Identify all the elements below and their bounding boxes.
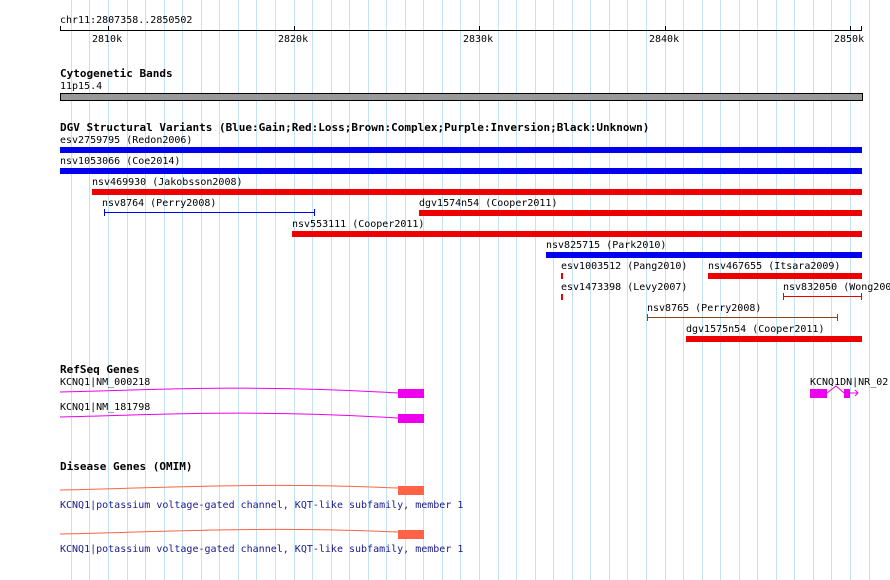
variant-bar[interactable] — [60, 168, 862, 174]
ruler-tick — [850, 26, 851, 31]
ruler-end-tick — [861, 26, 862, 31]
ruler-tick — [108, 26, 109, 31]
ruler-tick-label: 2830k — [463, 34, 494, 45]
variant-label: esv2759795 (Redon2006) — [60, 135, 193, 146]
intron-line — [59, 528, 399, 535]
variant-span-line[interactable] — [783, 296, 862, 297]
variant-label: esv1003512 (Pang2010) — [561, 261, 688, 272]
variant-label: esv1473398 (Levy2007) — [561, 282, 688, 293]
variant-span-cap — [783, 293, 784, 300]
variant-bar[interactable] — [561, 294, 563, 300]
ruler-tick-label: 2840k — [649, 34, 680, 45]
strand-arrow — [850, 389, 859, 397]
region-label: chr11:2807358..2850502 — [60, 15, 193, 26]
variant-bar[interactable] — [686, 336, 862, 342]
omim-track-title[interactable]: Disease Genes (OMIM) — [60, 461, 192, 473]
variant-label: dgv1575n54 (Cooper2011) — [686, 324, 825, 335]
ruler-tick — [479, 26, 480, 31]
ruler-tick — [665, 26, 666, 31]
variant-label: nsv832050 (Wong200 — [783, 282, 890, 293]
variant-bar[interactable] — [546, 252, 862, 258]
grid-line — [535, 0, 536, 580]
variant-label: nsv467655 (Itsara2009) — [708, 261, 841, 272]
ruler-end-tick — [60, 26, 61, 31]
grid-line — [479, 0, 480, 580]
exon — [844, 389, 850, 398]
refseq-track-title[interactable]: RefSeq Genes — [60, 364, 139, 376]
exon — [398, 486, 424, 495]
ruler-tick-label: 2820k — [278, 34, 309, 45]
variant-label: nsv1053066 (Coe2014) — [60, 156, 181, 167]
grid-line — [776, 0, 777, 580]
variant-label: nsv825715 (Park2010) — [546, 240, 667, 251]
variant-span-cap — [837, 314, 838, 321]
cytoband-label: 11p15.4 — [60, 81, 103, 92]
grid-line — [553, 0, 554, 580]
omim-gene-label: KCNQ1|potassium voltage-gated channel, K… — [60, 544, 464, 555]
grid-line — [460, 0, 461, 580]
variant-span-cap — [104, 209, 105, 216]
grid-line — [720, 0, 721, 580]
grid-line — [739, 0, 740, 580]
grid-line — [442, 0, 443, 580]
ruler-axis — [60, 30, 862, 31]
omim-gene-label: KCNQ1|potassium voltage-gated channel, K… — [60, 500, 464, 511]
grid-line — [702, 0, 703, 580]
omim-gene-model[interactable] — [0, 482, 430, 498]
intron-line — [59, 412, 399, 419]
omim-gene-model[interactable] — [0, 526, 430, 542]
ruler-tick-label: 2810k — [92, 34, 123, 45]
variant-bar[interactable] — [708, 273, 862, 279]
variant-label: nsv8764 (Perry2008) — [102, 198, 217, 209]
cytoband-track-title[interactable]: Cytogenetic Bands — [60, 68, 173, 80]
variant-bar[interactable] — [419, 210, 862, 216]
variant-span-cap — [647, 314, 648, 321]
grid-line — [498, 0, 499, 580]
variant-bar[interactable] — [561, 273, 563, 279]
ruler-tick — [294, 26, 295, 31]
variant-bar[interactable] — [92, 189, 862, 195]
ruler-tick-label: 2850k — [834, 34, 865, 45]
variant-span-cap — [314, 209, 315, 216]
variant-label: dgv1574n54 (Cooper2011) — [419, 198, 558, 209]
variant-span-cap — [861, 293, 862, 300]
exon — [398, 389, 424, 398]
grid-line — [516, 0, 517, 580]
variant-label: nsv469930 (Jakobsson2008) — [92, 177, 243, 188]
refseq-gene-model[interactable] — [0, 409, 430, 427]
exon — [810, 389, 827, 398]
variant-label: nsv8765 (Perry2008) — [647, 303, 762, 314]
intron-line — [826, 385, 845, 394]
dgv-track-title[interactable]: DGV Structural Variants (Blue:Gain;Red:L… — [60, 122, 649, 134]
intron-line — [59, 484, 399, 491]
intron-line — [59, 387, 399, 394]
cytoband-bar[interactable] — [60, 93, 863, 101]
grid-line — [757, 0, 758, 580]
variant-span-line[interactable] — [104, 212, 315, 213]
variant-span-line[interactable] — [647, 317, 838, 318]
refseq-gene-model[interactable] — [0, 384, 430, 402]
variant-bar[interactable] — [292, 231, 862, 237]
variant-label: nsv553111 (Cooper2011) — [292, 219, 425, 230]
genome-browser-view: chr11:2807358..2850502 2810k 2820k 2830k 28… — [0, 0, 890, 580]
refseq-gene-model[interactable] — [800, 384, 890, 402]
variant-bar[interactable] — [60, 147, 862, 153]
exon — [398, 414, 424, 423]
exon — [398, 530, 424, 539]
